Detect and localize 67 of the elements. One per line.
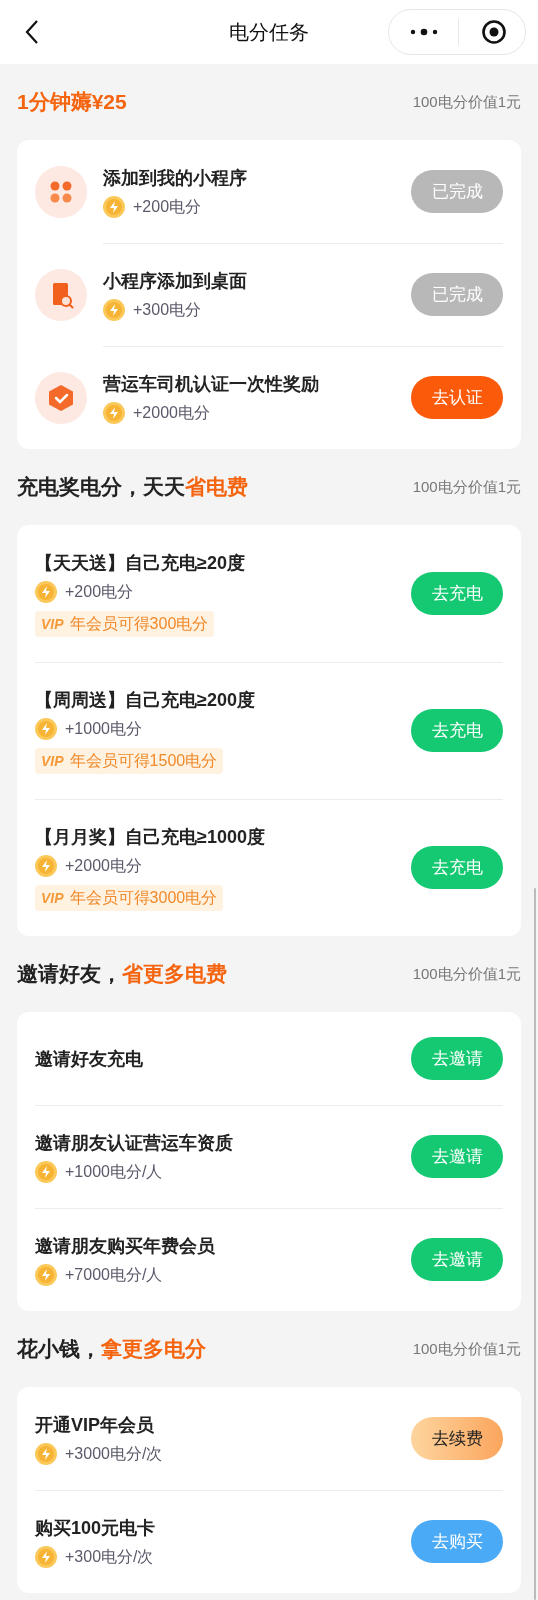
task-button[interactable]: 去认证: [411, 376, 503, 419]
task-button[interactable]: 去邀请: [411, 1037, 503, 1080]
section-heading: 省电费: [185, 474, 248, 501]
task-button[interactable]: 去邀请: [411, 1135, 503, 1178]
scrollbar[interactable]: [534, 888, 536, 1600]
lightning-coin-icon: [35, 1443, 57, 1465]
vip-label: VIP: [41, 888, 64, 908]
points-reward: +1000电分/人: [65, 1162, 163, 1182]
lightning-coin-icon: [35, 1264, 57, 1286]
task-title: 【天天送】自己充电≥20度: [35, 552, 246, 575]
shield-check-icon: [35, 371, 87, 424]
task-button[interactable]: 去续费: [411, 1417, 503, 1460]
task-button[interactable]: 去充电: [411, 572, 503, 615]
points-reward: +300电分/次: [65, 1547, 154, 1567]
clover-icon: [35, 165, 87, 218]
points-reward: +7000电分/人: [65, 1265, 163, 1285]
task-button[interactable]: 已完成: [411, 170, 503, 213]
task-button[interactable]: 去购买: [411, 1520, 503, 1563]
section-heading: 1分钟薅¥25: [17, 89, 127, 116]
page-title: 电分任务: [229, 20, 309, 45]
vip-label: VIP: [41, 614, 64, 634]
lightning-coin-icon: [35, 1161, 57, 1183]
task-title: 【月月奖】自己充电≥1000度: [35, 826, 266, 849]
task-title: 小程序添加到桌面: [103, 270, 248, 293]
points-reward: +3000电分/次: [65, 1444, 163, 1464]
task-title: 添加到我的小程序: [103, 167, 248, 190]
lightning-coin-icon: [103, 299, 125, 321]
vip-bonus: 年会员可得1500电分: [69, 751, 218, 771]
points-reward: +200电分: [65, 582, 134, 602]
vip-label: VIP: [41, 751, 64, 771]
task-title: 购买100元电卡: [35, 1517, 157, 1540]
task-title: 邀请朋友购买年费会员: [35, 1235, 216, 1258]
vip-bonus: 年会员可得3000电分: [69, 888, 218, 908]
points-value-note: 100电分价值1元: [412, 963, 521, 984]
points-reward: +1000电分: [65, 719, 142, 739]
section-heading: 花小钱，: [17, 1336, 101, 1363]
lightning-coin-icon: [35, 1546, 57, 1568]
vip-bonus: 年会员可得300电分: [69, 614, 209, 634]
points-reward: +200电分: [133, 197, 202, 217]
task-title: 邀请好友充电: [35, 1047, 144, 1071]
task-button[interactable]: 去充电: [411, 846, 503, 889]
points-value-note: 100电分价值1元: [412, 476, 521, 497]
lightning-coin-icon: [35, 581, 57, 603]
section-heading: 充电奖电分，天天: [17, 474, 185, 501]
points-reward: +2000电分: [65, 856, 142, 876]
task-button[interactable]: 去充电: [411, 709, 503, 752]
points-value-note: 100电分价值1元: [412, 1338, 521, 1359]
task-title: 开通VIP年会员: [35, 1414, 155, 1437]
lightning-coin-icon: [35, 855, 57, 877]
section-heading: 拿更多电分: [101, 1336, 206, 1363]
task-title: 营运车司机认证一次性奖励: [103, 373, 320, 396]
points-reward: +300电分: [133, 300, 202, 320]
task-title: 邀请朋友认证营运车资质: [35, 1132, 234, 1155]
section-heading: 省更多电费: [122, 961, 227, 988]
page-search-icon: [35, 268, 87, 321]
lightning-coin-icon: [103, 402, 125, 424]
target-icon[interactable]: [481, 19, 507, 45]
task-button[interactable]: 去邀请: [411, 1238, 503, 1281]
lightning-coin-icon: [103, 196, 125, 218]
more-icon[interactable]: [409, 27, 439, 37]
back-icon[interactable]: [24, 19, 40, 45]
task-button[interactable]: 已完成: [411, 273, 503, 316]
lightning-coin-icon: [35, 718, 57, 740]
task-title: 【周周送】自己充电≥200度: [35, 689, 256, 712]
points-reward: +2000电分: [133, 403, 210, 423]
section-heading: 邀请好友，: [17, 961, 122, 988]
points-value-note: 100电分价值1元: [412, 91, 521, 112]
